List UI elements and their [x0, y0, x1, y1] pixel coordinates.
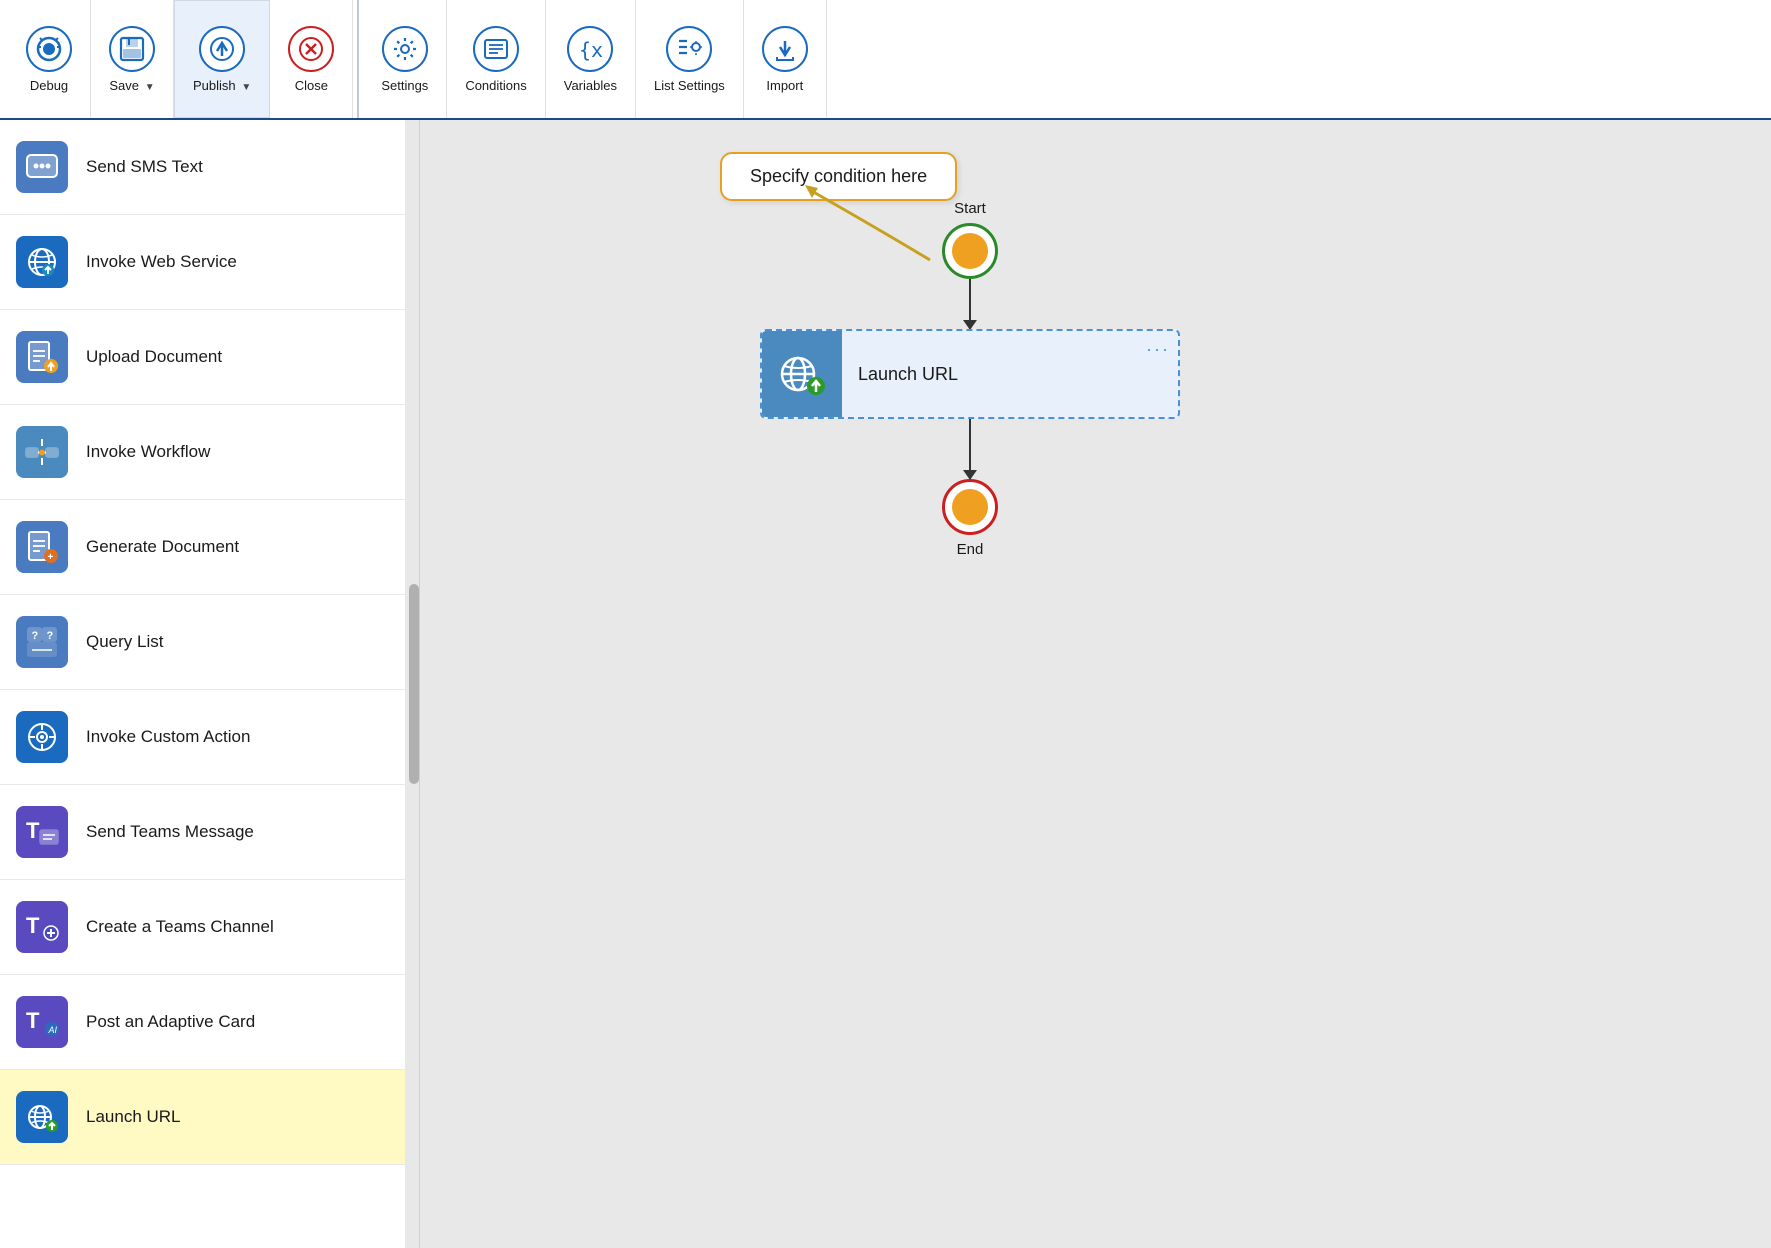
conditions-icon: [473, 26, 519, 72]
action-node-launch-url-icon: [762, 329, 842, 419]
list-item[interactable]: Invoke Custom Action: [0, 690, 419, 785]
svg-text:AI: AI: [48, 1025, 58, 1035]
generate-document-label: Generate Document: [86, 537, 239, 557]
start-inner: [952, 233, 988, 269]
publish-button[interactable]: Publish ▼: [174, 0, 270, 118]
svg-text:T: T: [26, 818, 40, 843]
start-label: Start: [954, 200, 986, 217]
end-node-wrapper: End: [942, 479, 998, 564]
launch-url-label: Launch URL: [86, 1107, 181, 1127]
import-button[interactable]: Import: [744, 0, 827, 118]
send-teams-message-icon: T: [16, 806, 68, 858]
send-sms-icon: [16, 141, 68, 193]
conditions-label: Conditions: [465, 78, 526, 93]
import-label: Import: [766, 78, 803, 93]
flow-diagram: Start: [760, 200, 1180, 564]
debug-icon: [26, 26, 72, 72]
svg-text:T: T: [26, 913, 40, 938]
svg-text:T: T: [26, 1008, 40, 1033]
close-label: Close: [295, 78, 328, 93]
generate-document-icon: +: [16, 521, 68, 573]
connector-2: [969, 419, 971, 479]
post-adaptive-card-label: Post an Adaptive Card: [86, 1012, 255, 1032]
list-item[interactable]: Invoke Workflow: [0, 405, 419, 500]
arrow-2: [963, 470, 977, 480]
list-item[interactable]: Send SMS Text: [0, 120, 419, 215]
save-icon: [109, 26, 155, 72]
variables-label: Variables: [564, 78, 617, 93]
query-list-icon: ? ?: [16, 616, 68, 668]
toolbar: Debug Save ▼ Publish ▼: [0, 0, 1771, 120]
save-button[interactable]: Save ▼: [91, 0, 174, 118]
start-node-wrapper: Start: [942, 200, 998, 279]
list-settings-button[interactable]: List Settings: [636, 0, 744, 118]
save-label: Save ▼: [109, 78, 154, 93]
debug-label: Debug: [30, 78, 68, 93]
list-item[interactable]: T Send Teams Message: [0, 785, 419, 880]
toolbar-divider: [357, 0, 359, 118]
post-adaptive-card-icon: T AI: [16, 996, 68, 1048]
settings-button[interactable]: Settings: [363, 0, 447, 118]
settings-icon: [382, 26, 428, 72]
variables-icon: {x}: [567, 26, 613, 72]
invoke-custom-action-label: Invoke Custom Action: [86, 727, 250, 747]
invoke-workflow-label: Invoke Workflow: [86, 442, 210, 462]
variables-button[interactable]: {x} Variables: [546, 0, 636, 118]
send-teams-message-label: Send Teams Message: [86, 822, 254, 842]
close-button[interactable]: Close: [270, 0, 353, 118]
invoke-web-service-label: Invoke Web Service: [86, 252, 237, 272]
create-teams-channel-label: Create a Teams Channel: [86, 917, 274, 937]
svg-text:{x}: {x}: [579, 38, 604, 62]
main-content: ▲ Send SMS Text: [0, 120, 1771, 1248]
close-icon: [288, 26, 334, 72]
start-node[interactable]: [942, 223, 998, 279]
send-sms-label: Send SMS Text: [86, 157, 203, 177]
action-node-launch-url[interactable]: Launch URL ···: [760, 329, 1180, 419]
list-item[interactable]: Upload Document: [0, 310, 419, 405]
launch-url-icon: [16, 1091, 68, 1143]
list-item[interactable]: T AI Post an Adaptive Card: [0, 975, 419, 1070]
publish-icon: [199, 26, 245, 72]
publish-label: Publish ▼: [193, 78, 251, 93]
svg-text:?: ?: [32, 630, 39, 642]
svg-text:+: +: [48, 552, 54, 563]
list-item[interactable]: ? ? Query List: [0, 595, 419, 690]
list-item[interactable]: Launch URL: [0, 1070, 419, 1165]
svg-text:?: ?: [47, 630, 54, 642]
import-icon: [762, 26, 808, 72]
left-panel: ▲ Send SMS Text: [0, 120, 420, 1248]
connector-1: [969, 279, 971, 329]
create-teams-channel-icon: T: [16, 901, 68, 953]
debug-button[interactable]: Debug: [8, 0, 91, 118]
conditions-button[interactable]: Conditions: [447, 0, 545, 118]
list-settings-icon: [666, 26, 712, 72]
query-list-label: Query List: [86, 632, 163, 652]
settings-label: Settings: [381, 78, 428, 93]
upload-document-label: Upload Document: [86, 347, 222, 367]
scrollbar-track[interactable]: [405, 120, 419, 1248]
end-inner: [952, 489, 988, 525]
canvas[interactable]: Specify condition here Start: [420, 120, 1771, 1248]
invoke-custom-action-icon: [16, 711, 68, 763]
end-label: End: [957, 541, 984, 558]
list-item[interactable]: Invoke Web Service: [0, 215, 419, 310]
invoke-web-service-icon: [16, 236, 68, 288]
end-node[interactable]: [942, 479, 998, 535]
invoke-workflow-icon: [16, 426, 68, 478]
list-settings-label: List Settings: [654, 78, 725, 93]
upload-document-icon: [16, 331, 68, 383]
list-item[interactable]: T Create a Teams Channel: [0, 880, 419, 975]
action-node-text: Launch URL: [842, 364, 1178, 385]
scrollbar-thumb[interactable]: [409, 584, 419, 784]
action-node-menu[interactable]: ···: [1146, 339, 1170, 360]
list-item[interactable]: + Generate Document: [0, 500, 419, 595]
